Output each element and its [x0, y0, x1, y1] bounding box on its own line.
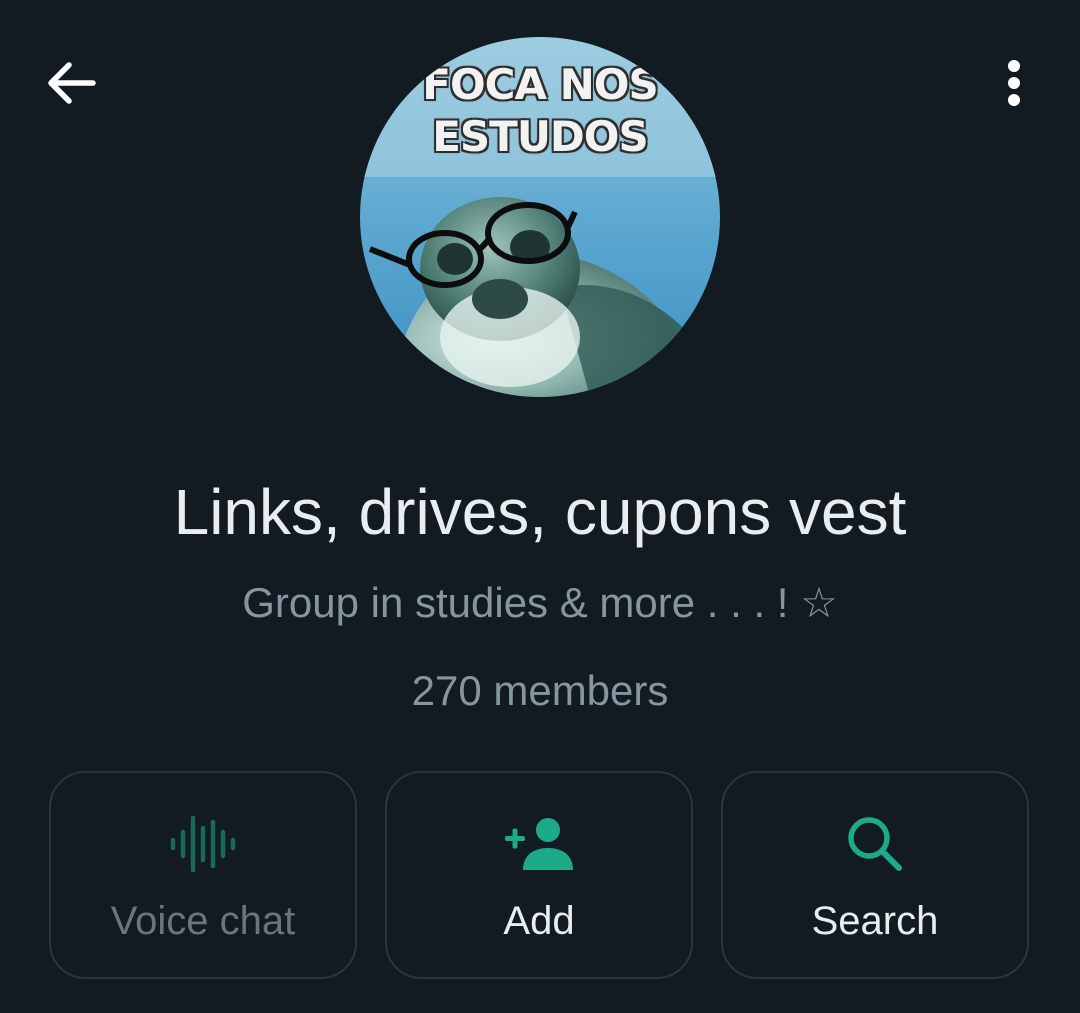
group-title: Links, drives, cupons vest: [173, 476, 907, 548]
avatar-caption-line2: ESTUDOS: [432, 112, 649, 161]
group-description: Group in studies & more . . . ! ☆: [242, 579, 838, 626]
add-label: Add: [503, 899, 575, 943]
group-avatar[interactable]: FOCA NOS ESTUDOS: [360, 37, 720, 397]
search-button[interactable]: Search: [721, 771, 1029, 979]
add-person-icon: [387, 811, 691, 877]
search-icon: [723, 811, 1027, 877]
avatar-caption-line1: FOCA NOS: [422, 60, 658, 109]
back-button[interactable]: [38, 52, 104, 118]
add-button[interactable]: Add: [385, 771, 693, 979]
search-label: Search: [811, 899, 939, 943]
avatar-caption: FOCA NOS ESTUDOS: [360, 59, 720, 163]
arrow-left-icon: [43, 55, 99, 116]
voice-waveform-icon: [51, 811, 355, 877]
member-count[interactable]: 270 members: [0, 663, 1080, 719]
voice-chat-button[interactable]: Voice chat: [49, 771, 357, 979]
voice-chat-label: Voice chat: [110, 899, 296, 943]
more-options-button[interactable]: [984, 52, 1044, 118]
more-vertical-icon: [1004, 55, 1024, 116]
